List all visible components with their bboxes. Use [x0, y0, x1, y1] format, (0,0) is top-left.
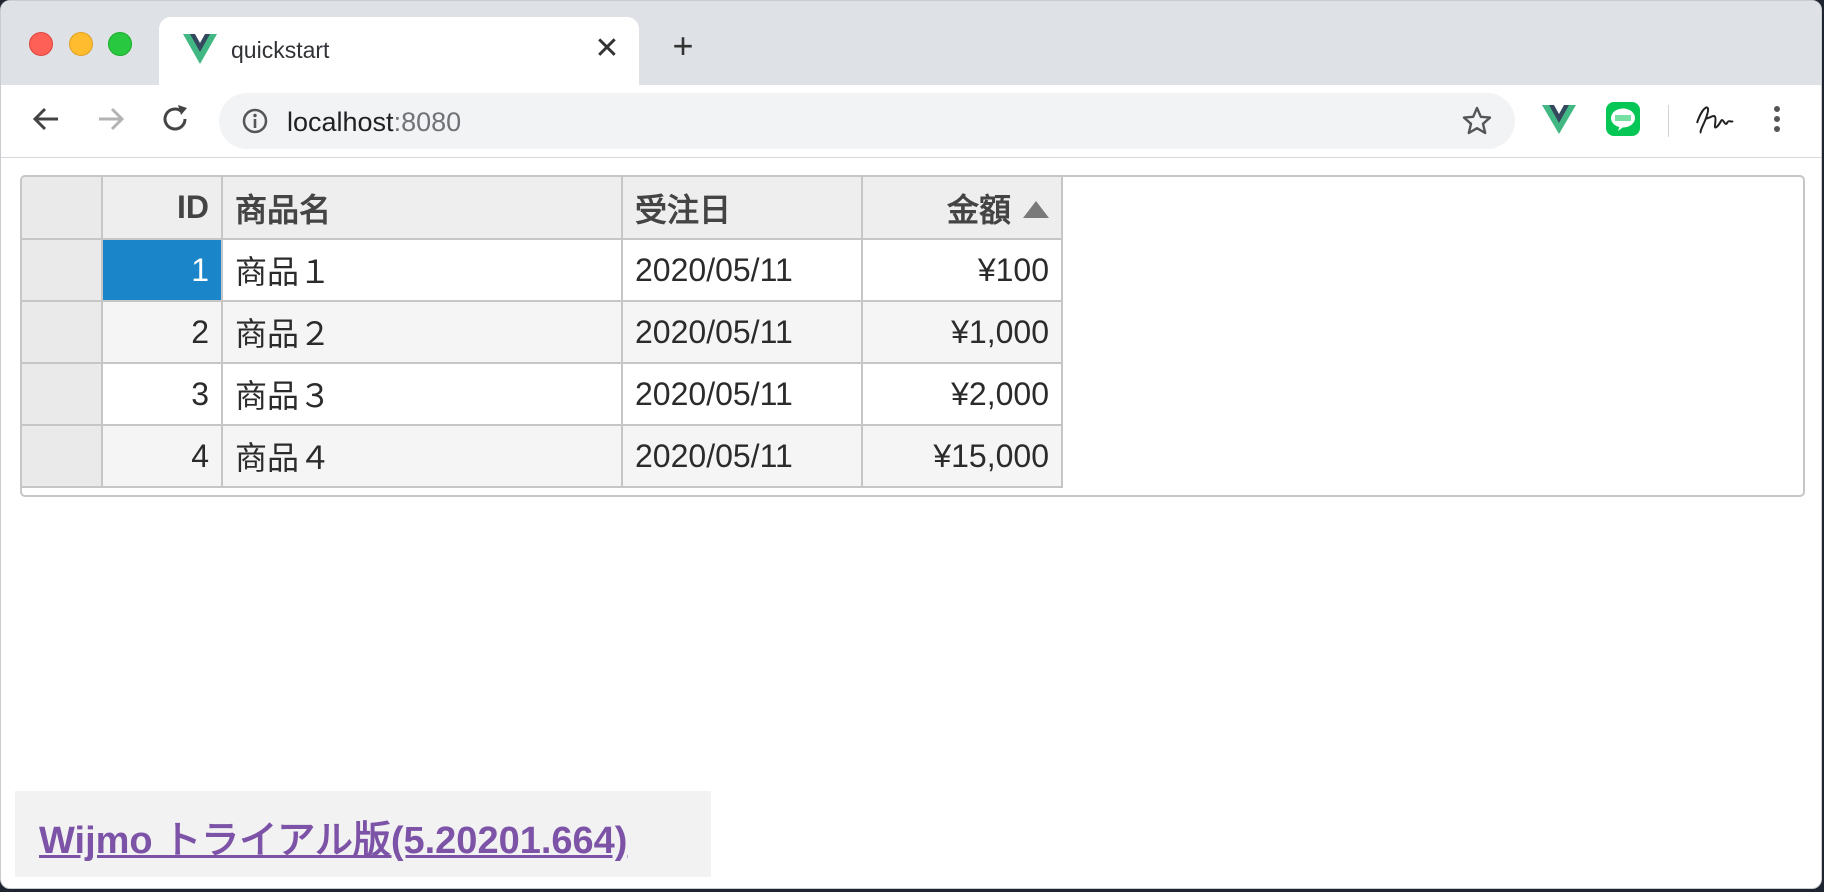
maximize-window-button[interactable] [108, 32, 132, 56]
signature-extension-icon[interactable] [1693, 101, 1735, 137]
row-header[interactable] [22, 301, 103, 364]
cell-id[interactable]: 4 [102, 425, 223, 488]
forward-arrow-icon[interactable] [91, 99, 131, 139]
column-header-id[interactable]: ID [102, 177, 223, 240]
cell-date[interactable]: 2020/05/11 [622, 363, 863, 426]
cell-name[interactable]: 商品４ [222, 425, 623, 488]
cell-id[interactable]: 3 [102, 363, 223, 426]
vue-icon [183, 34, 217, 64]
reload-icon[interactable] [155, 99, 195, 139]
close-icon[interactable]: ✕ [593, 34, 621, 64]
back-arrow-icon[interactable] [26, 99, 66, 139]
table-row: 4 商品４ 2020/05/11 ¥15,000 [22, 425, 1063, 488]
info-icon[interactable] [241, 107, 269, 135]
cell-amount[interactable]: ¥2,000 [862, 363, 1063, 426]
vue-icon[interactable] [1541, 101, 1577, 137]
table-row: 1 商品１ 2020/05/11 ¥100 [22, 239, 1063, 302]
row-header[interactable] [22, 363, 103, 426]
cell-id[interactable]: 2 [102, 301, 223, 364]
column-header-amount[interactable]: 金額 [862, 177, 1063, 240]
more-menu-icon[interactable] [1761, 101, 1793, 137]
star-icon[interactable] [1461, 105, 1493, 137]
browser-window: quickstart ✕ + localhost:8080 ID 商品名 受注日… [0, 0, 1822, 889]
plus-icon[interactable]: + [666, 28, 700, 65]
sort-ascending-icon [1023, 200, 1049, 218]
column-header-date[interactable]: 受注日 [622, 177, 863, 240]
row-header[interactable] [22, 425, 103, 488]
toolbar-separator [1668, 105, 1669, 137]
trial-banner: Wijmo トライアル版(5.20201.664) [15, 791, 711, 877]
cell-id[interactable]: 1 [102, 239, 223, 302]
cell-date[interactable]: 2020/05/11 [622, 239, 863, 302]
cell-date[interactable]: 2020/05/11 [622, 425, 863, 488]
address-bar[interactable]: localhost:8080 [219, 93, 1515, 149]
cell-date[interactable]: 2020/05/11 [622, 301, 863, 364]
cell-amount[interactable]: ¥1,000 [862, 301, 1063, 364]
url-text: localhost:8080 [287, 107, 462, 137]
browser-tab[interactable]: quickstart ✕ [159, 17, 639, 85]
data-grid[interactable]: ID 商品名 受注日 金額 1 商品１ 2020/05/11 ¥100 2 商品… [20, 175, 1805, 497]
close-window-button[interactable] [29, 32, 53, 56]
column-header-amount-label: 金額 [946, 191, 1011, 228]
cell-name[interactable]: 商品３ [222, 363, 623, 426]
tab-strip: quickstart ✕ + [1, 1, 1821, 85]
tab-title: quickstart [231, 37, 330, 63]
minimize-window-button[interactable] [69, 32, 93, 56]
grid-top-left-cell[interactable] [22, 177, 103, 240]
column-header-name[interactable]: 商品名 [222, 177, 623, 240]
browser-toolbar: localhost:8080 [1, 85, 1821, 158]
cell-name[interactable]: 商品２ [222, 301, 623, 364]
cell-amount[interactable]: ¥15,000 [862, 425, 1063, 488]
table-row: 3 商品３ 2020/05/11 ¥2,000 [22, 363, 1063, 426]
trial-link[interactable]: Wijmo トライアル版(5.20201.664) [39, 809, 627, 864]
table-row: 2 商品２ 2020/05/11 ¥1,000 [22, 301, 1063, 364]
row-header[interactable] [22, 239, 103, 302]
line-extension-icon[interactable] [1605, 101, 1641, 137]
cell-name[interactable]: 商品１ [222, 239, 623, 302]
cell-amount[interactable]: ¥100 [862, 239, 1063, 302]
